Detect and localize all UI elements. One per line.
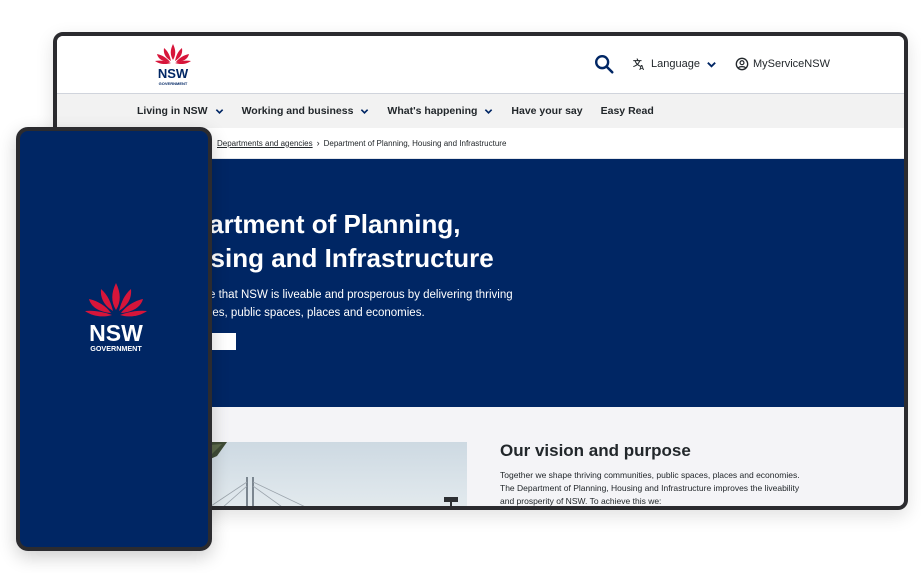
nav-item-whats-happening[interactable]: What's happening — [387, 105, 493, 117]
breadcrumb-link-departments[interactable]: Departments and agencies — [217, 139, 313, 148]
nsw-government-logo: NSW GOVERNMENT — [85, 283, 147, 353]
nav-item-label: Easy Read — [600, 105, 654, 117]
hero-description: We ensure that NSW is liveable and prosp… — [160, 289, 513, 319]
bridge-photo — [187, 442, 467, 506]
logo-nsw-text: NSW — [158, 66, 189, 81]
main-navigation: Living in NSW Working and business What'… — [57, 94, 904, 128]
phone-device: NSW GOVERNMENT — [16, 127, 212, 551]
chevron-down-icon — [215, 108, 223, 114]
nav-item-have-your-say[interactable]: Have your say — [511, 105, 582, 117]
site-header: NSW GOVERNMENT 文 A Language MyServiceNSW — [57, 36, 904, 94]
vision-paragraph: Together we shape thriving communities, … — [500, 470, 800, 506]
svg-text:A: A — [639, 65, 644, 71]
header-actions: 文 A Language MyServiceNSW — [593, 51, 830, 77]
logo-government-text: GOVERNMENT — [159, 81, 188, 86]
phone-logo-government-text: GOVERNMENT — [90, 344, 142, 353]
myservicensw-link[interactable]: MyServiceNSW — [735, 57, 830, 71]
vision-heading: Our vision and purpose — [500, 441, 691, 460]
user-circle-icon — [735, 57, 749, 71]
chevron-down-icon — [485, 108, 493, 114]
search-icon[interactable] — [593, 53, 615, 75]
myservicensw-label: MyServiceNSW — [752, 58, 830, 70]
showcase-stage: NSW GOVERNMENT 文 A Language MyServiceNSW… — [0, 0, 921, 573]
nsw-government-logo[interactable]: NSW GOVERNMENT — [151, 42, 195, 88]
language-label: Language — [651, 58, 700, 70]
translate-icon: 文 A — [633, 57, 644, 71]
nav-item-label: Have your say — [511, 105, 583, 117]
page-title-line-2: Housing and Infrastructure — [160, 243, 494, 273]
nav-item-working-and-business[interactable]: Working and business — [242, 105, 370, 117]
nav-item-easy-read[interactable]: Easy Read — [601, 105, 654, 117]
chevron-down-icon — [707, 61, 716, 68]
breadcrumb-current: Department of Planning, Housing and Infr… — [323, 138, 507, 148]
nav-item-label: What's happening — [387, 105, 478, 117]
language-selector[interactable]: 文 A Language — [633, 57, 717, 71]
nav-item-living-in-nsw[interactable]: Living in NSW — [137, 105, 224, 117]
breadcrumb-separator-icon: › — [316, 138, 320, 148]
page-title: Department of Planning, Housing and Infr… — [160, 207, 560, 275]
chevron-down-icon — [361, 108, 369, 114]
page-title-line-1: Department of Planning, — [160, 209, 461, 239]
nav-item-label: Living in NSW — [137, 105, 208, 117]
nav-item-label: Working and business — [241, 105, 354, 117]
phone-logo-nsw-text: NSW — [89, 320, 143, 346]
